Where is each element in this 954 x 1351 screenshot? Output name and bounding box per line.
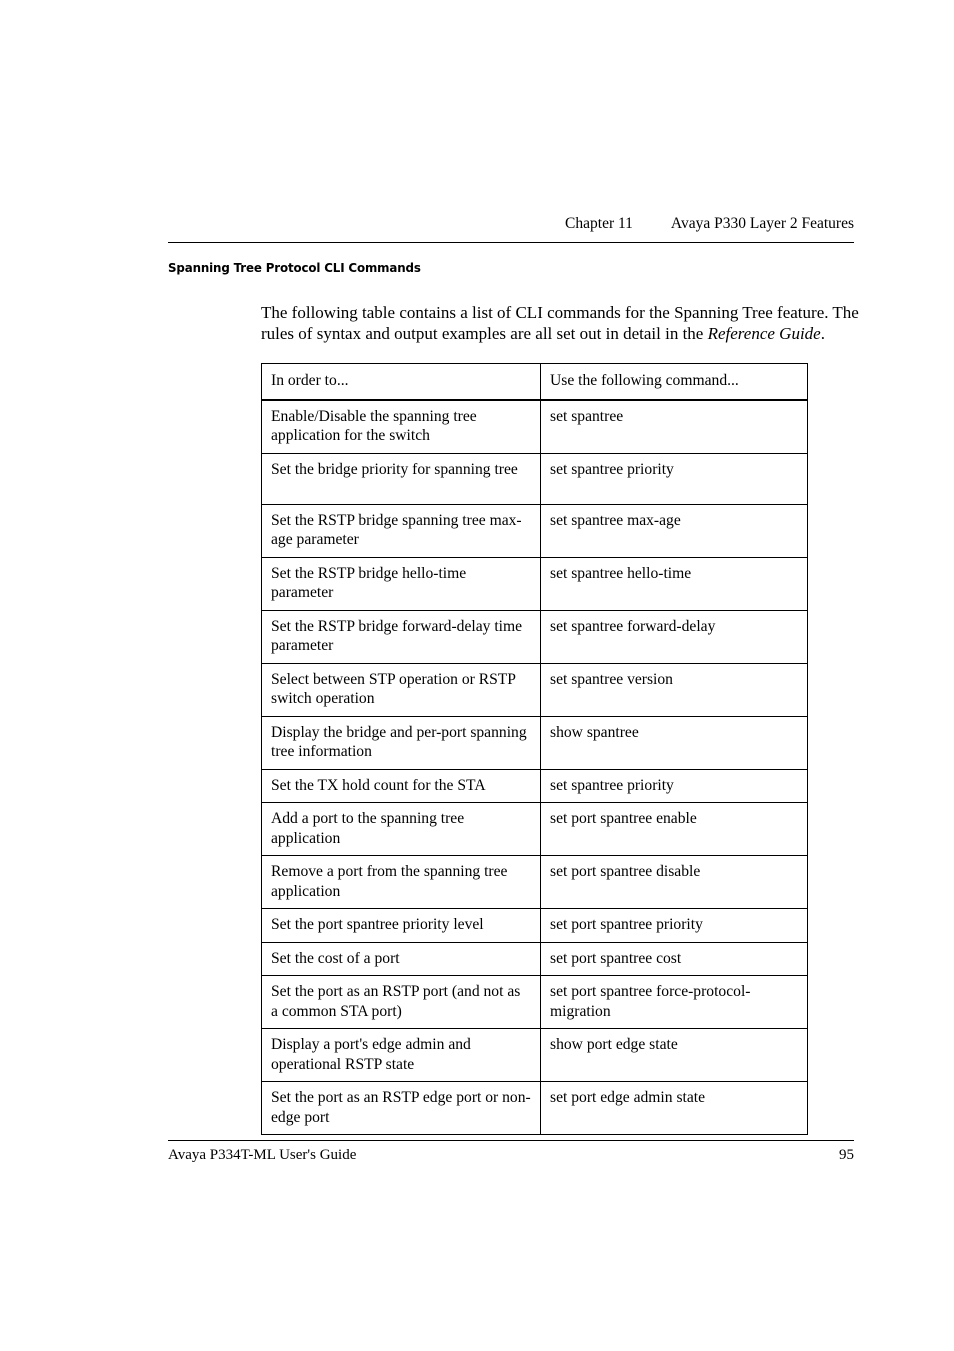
cell-command: set spantree version [540, 662, 808, 717]
cell-action: Display the bridge and per-port spanning… [261, 715, 541, 770]
table-row: Set the RSTP bridge forward-delay time p… [261, 609, 808, 664]
cell-action: Set the cost of a port [261, 941, 541, 976]
footer-document-title: Avaya P334T-ML User's Guide [168, 1147, 357, 1163]
cell-command: set port spantree force-protocol-migrati… [540, 975, 808, 1029]
cell-action: Select between STP operation or RSTP swi… [261, 662, 541, 717]
document-page: Chapter 11 Avaya P330 Layer 2 Features Sp… [0, 0, 954, 1351]
cell-command: set port spantree disable [540, 855, 808, 909]
intro-paragraph: The following table contains a list of C… [261, 303, 861, 344]
table-row: Add a port to the spanning tree applicat… [261, 802, 808, 856]
table-row: Set the RSTP bridge spanning tree max-ag… [261, 503, 808, 558]
footer-rule [168, 1140, 854, 1141]
table-header-row: In order to... Use the following command… [261, 363, 808, 401]
header-chapter-title: Avaya P330 Layer 2 Features [670, 215, 854, 232]
cell-action: Display a port's edge admin and operatio… [261, 1028, 541, 1082]
cell-action: Set the RSTP bridge hello-time parameter [261, 556, 541, 611]
header-rule [168, 242, 854, 243]
cell-action: Set the RSTP bridge forward-delay time p… [261, 609, 541, 664]
table-row: Set the cost of a port set port spantree … [261, 941, 808, 976]
column-header-action: In order to... [261, 363, 541, 401]
cell-command: show spantree [540, 715, 808, 770]
table-row: Set the port as an RSTP edge port or non… [261, 1081, 808, 1135]
cell-command: set spantree forward-delay [540, 609, 808, 664]
table-row: Remove a port from the spanning tree app… [261, 855, 808, 909]
running-header: Chapter 11 Avaya P330 Layer 2 Features [168, 214, 854, 234]
cell-command: set port spantree enable [540, 802, 808, 856]
table-row: Display the bridge and per-port spanning… [261, 715, 808, 770]
cell-action: Set the port spantree priority level [261, 908, 541, 943]
cell-action: Set the port as an RSTP port (and not as… [261, 975, 541, 1029]
cell-action: Enable/Disable the spanning tree applica… [261, 399, 541, 454]
table-row: Set the bridge priority for spanning tre… [261, 452, 808, 505]
cell-action: Set the port as an RSTP edge port or non… [261, 1081, 541, 1135]
cell-action: Add a port to the spanning tree applicat… [261, 802, 541, 856]
cli-commands-table: In order to... Use the following command… [261, 363, 808, 1135]
intro-text-part2: . [820, 323, 825, 343]
cell-action: Set the RSTP bridge spanning tree max-ag… [261, 503, 541, 558]
cell-command: set spantree priority [540, 768, 808, 803]
table-row: Set the TX hold count for the STA set spa… [261, 768, 808, 803]
table-row: Display a port's edge admin and operatio… [261, 1028, 808, 1082]
table-row: Select between STP operation or RSTP swi… [261, 662, 808, 717]
table-row: Set the port as an RSTP port (and not as… [261, 975, 808, 1029]
table-row: Set the port spantree priority level set … [261, 908, 808, 943]
table-row: Set the RSTP bridge hello-time parameter… [261, 556, 808, 611]
cell-command: show port edge state [540, 1028, 808, 1082]
cell-command: set spantree hello-time [540, 556, 808, 611]
table-row: Enable/Disable the spanning tree applica… [261, 399, 808, 454]
cell-command: set port spantree priority [540, 908, 808, 943]
cell-action: Set the TX hold count for the STA [261, 768, 541, 803]
cell-command: set port spantree cost [540, 941, 808, 976]
table-body: Enable/Disable the spanning tree applica… [261, 399, 808, 1135]
footer-page-number: 95 [839, 1147, 854, 1163]
section-heading: Spanning Tree Protocol CLI Commands [168, 260, 421, 275]
cell-command: set spantree [540, 399, 808, 454]
intro-reference-guide-italic: Reference Guide [707, 323, 821, 343]
cell-command: set port edge admin state [540, 1081, 808, 1135]
column-header-command: Use the following command... [540, 363, 808, 401]
cell-command: set spantree priority [540, 452, 808, 505]
cell-command: set spantree max-age [540, 503, 808, 558]
cell-action: Remove a port from the spanning tree app… [261, 855, 541, 909]
page-footer: Avaya P334T-ML User's Guide 95 [168, 1145, 854, 1165]
header-chapter-number: Chapter 11 [565, 215, 633, 232]
cell-action: Set the bridge priority for spanning tre… [261, 452, 541, 505]
